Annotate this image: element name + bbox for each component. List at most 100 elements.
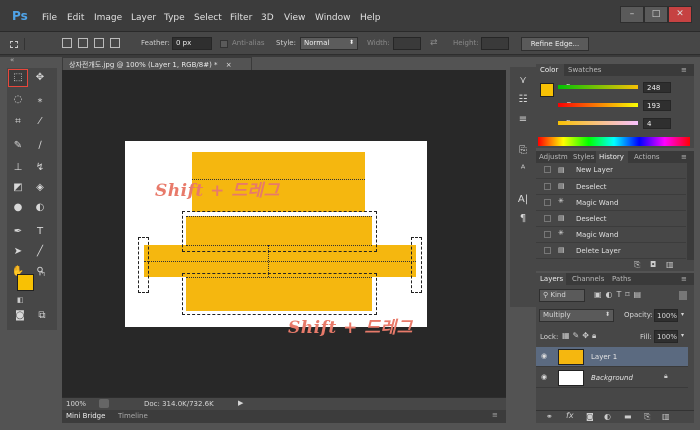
tab-mini-bridge[interactable]: Mini Bridge <box>66 412 105 420</box>
camera-icon[interactable]: ◘ <box>650 260 656 269</box>
rect-marquee-tool-icon[interactable]: ⬚ <box>8 69 28 87</box>
refine-edge-button[interactable]: Refine Edge... <box>521 37 589 51</box>
move-tool-icon[interactable]: ✥ <box>31 70 49 86</box>
link-icon[interactable]: ⚭ <box>546 412 553 421</box>
trash-icon[interactable]: ▥ <box>662 412 670 421</box>
lasso-tool-icon[interactable]: ◌ <box>9 92 27 108</box>
panel-menu-icon[interactable]: ≡ <box>681 153 687 161</box>
fill-input[interactable]: 100% <box>654 330 678 343</box>
feather-input[interactable]: 0 px <box>172 37 212 50</box>
healing-brush-tool-icon[interactable]: ✎ <box>9 138 27 154</box>
layer-row-layer1[interactable]: ◉ Layer 1 <box>536 347 688 367</box>
folder-icon[interactable]: ▬ <box>624 412 632 421</box>
tab-history[interactable]: History <box>599 153 624 161</box>
character-panel-icon[interactable]: A| <box>515 194 531 208</box>
layer-row-background[interactable]: ◉ Background 🔒︎ <box>536 368 688 388</box>
collapse-left-icon[interactable]: « <box>10 56 14 64</box>
tab-layers[interactable]: Layers <box>540 275 563 283</box>
eye-icon[interactable]: ◉ <box>541 352 547 360</box>
status-info-icon[interactable] <box>99 399 109 408</box>
history-item[interactable]: ✳ Magic Wand <box>536 195 686 211</box>
height-input[interactable] <box>481 37 509 50</box>
swap-icon[interactable]: ⇄ <box>430 38 438 48</box>
menu-select[interactable]: Select <box>194 13 222 23</box>
tab-paths[interactable]: Paths <box>612 275 631 283</box>
snapshot-icon[interactable]: ⎘ <box>634 260 640 270</box>
menu-edit[interactable]: Edit <box>67 13 84 23</box>
lock-icons[interactable]: ▦✎✥🔒︎ <box>562 331 599 341</box>
info-icon[interactable]: ⎘ <box>515 145 531 159</box>
tab-actions[interactable]: Actions <box>634 153 660 161</box>
panel-menu-icon[interactable]: ≡ <box>681 66 687 74</box>
foreground-color-swatch[interactable] <box>17 274 34 291</box>
r-value-input[interactable]: 248 <box>643 82 671 93</box>
brush-tool-icon[interactable]: ∕ <box>31 138 49 154</box>
path-selection-tool-icon[interactable]: ➤ <box>9 244 27 260</box>
brush-panel-icon[interactable]: ≡ <box>515 114 531 128</box>
trash-icon[interactable]: ▥ <box>666 260 674 269</box>
magic-wand-tool-icon[interactable]: ⁎ <box>31 92 49 108</box>
add-selection-icon[interactable] <box>78 38 88 48</box>
blur-tool-icon[interactable]: ● <box>9 200 27 216</box>
menu-file[interactable]: File <box>42 13 57 23</box>
layer-filter-icons[interactable]: ▣◐T⌑▤ <box>594 290 645 299</box>
menu-3d[interactable]: 3D <box>261 13 274 23</box>
pen-tool-icon[interactable]: ✒ <box>9 224 27 240</box>
clone-source-icon[interactable]: ☷ <box>515 94 531 108</box>
adjustment-icon[interactable]: ◐ <box>604 412 611 421</box>
tab-styles[interactable]: Styles <box>573 153 594 161</box>
tab-adjustments[interactable]: Adjustm <box>539 153 568 161</box>
history-item[interactable]: ▤ Deselect <box>536 211 686 227</box>
paint-bucket-tool-icon[interactable]: ◈ <box>31 180 49 196</box>
type-tool-icon[interactable]: T <box>31 224 49 240</box>
quick-mask-icon[interactable]: ◙ <box>11 308 29 324</box>
filter-toggle-icon[interactable] <box>679 291 687 300</box>
maximize-button[interactable]: □ <box>644 6 668 23</box>
g-slider[interactable] <box>558 103 638 107</box>
tab-channels[interactable]: Channels <box>572 275 604 283</box>
r-slider[interactable] <box>558 85 638 89</box>
tab-color[interactable]: Color <box>540 66 558 74</box>
crop-tool-icon[interactable]: ⌗ <box>9 114 27 130</box>
history-item[interactable]: ▤ Deselect <box>536 179 686 195</box>
mask-icon[interactable]: ◙ <box>586 412 594 421</box>
layer-name[interactable]: Background <box>591 374 633 382</box>
style-select[interactable]: Normal ⬍ <box>300 37 358 50</box>
opacity-dropdown-icon[interactable]: ▾ <box>681 311 684 318</box>
color-spectrum[interactable] <box>538 137 690 146</box>
eyedropper-tool-icon[interactable]: ⁄ <box>31 114 49 130</box>
menu-image[interactable]: Image <box>94 13 122 23</box>
fx-icon[interactable]: fx <box>566 411 574 420</box>
menu-type[interactable]: Type <box>164 13 185 23</box>
history-scrollbar[interactable] <box>687 163 694 260</box>
menu-window[interactable]: Window <box>315 13 351 23</box>
zoom-level[interactable]: 100% <box>66 400 86 408</box>
default-colors-icon[interactable]: ◧ <box>17 296 24 304</box>
history-item[interactable]: ✳ Magic Wand <box>536 227 686 243</box>
subtract-selection-icon[interactable] <box>94 38 104 48</box>
history-brush-tool-icon[interactable]: ↯ <box>31 160 49 176</box>
width-input[interactable] <box>393 37 421 50</box>
marquee-preset-icon[interactable] <box>10 41 18 48</box>
swap-colors-icon[interactable]: ↰ <box>40 270 46 278</box>
panel-menu-icon[interactable]: ≡ <box>681 275 687 283</box>
close-tab-icon[interactable]: × <box>226 61 232 69</box>
menu-view[interactable]: View <box>284 13 305 23</box>
history-item[interactable]: ▤ Delete Layer <box>536 243 686 259</box>
new-selection-icon[interactable] <box>62 38 72 48</box>
menu-help[interactable]: Help <box>360 13 381 23</box>
document-tab[interactable]: 상자전개도.jpg @ 100% (Layer 1, RGB/8#) * × <box>62 57 252 70</box>
eye-icon[interactable]: ◉ <box>541 373 547 381</box>
fg-color-chip[interactable] <box>540 83 554 97</box>
character-icon[interactable]: ᴬ <box>515 164 531 178</box>
intersect-selection-icon[interactable] <box>110 38 120 48</box>
filter-kind-select[interactable]: ⚲ Kind <box>539 289 585 302</box>
eraser-tool-icon[interactable]: ◩ <box>9 180 27 196</box>
panel-menu-icon[interactable]: ≡ <box>492 411 498 419</box>
opacity-input[interactable]: 100% <box>654 309 678 322</box>
tab-timeline[interactable]: Timeline <box>118 412 148 420</box>
history-item[interactable]: ▤ New Layer <box>536 163 686 179</box>
fill-dropdown-icon[interactable]: ▾ <box>681 332 684 339</box>
b-value-input[interactable]: 4 <box>643 118 671 129</box>
menu-filter[interactable]: Filter <box>230 13 252 23</box>
